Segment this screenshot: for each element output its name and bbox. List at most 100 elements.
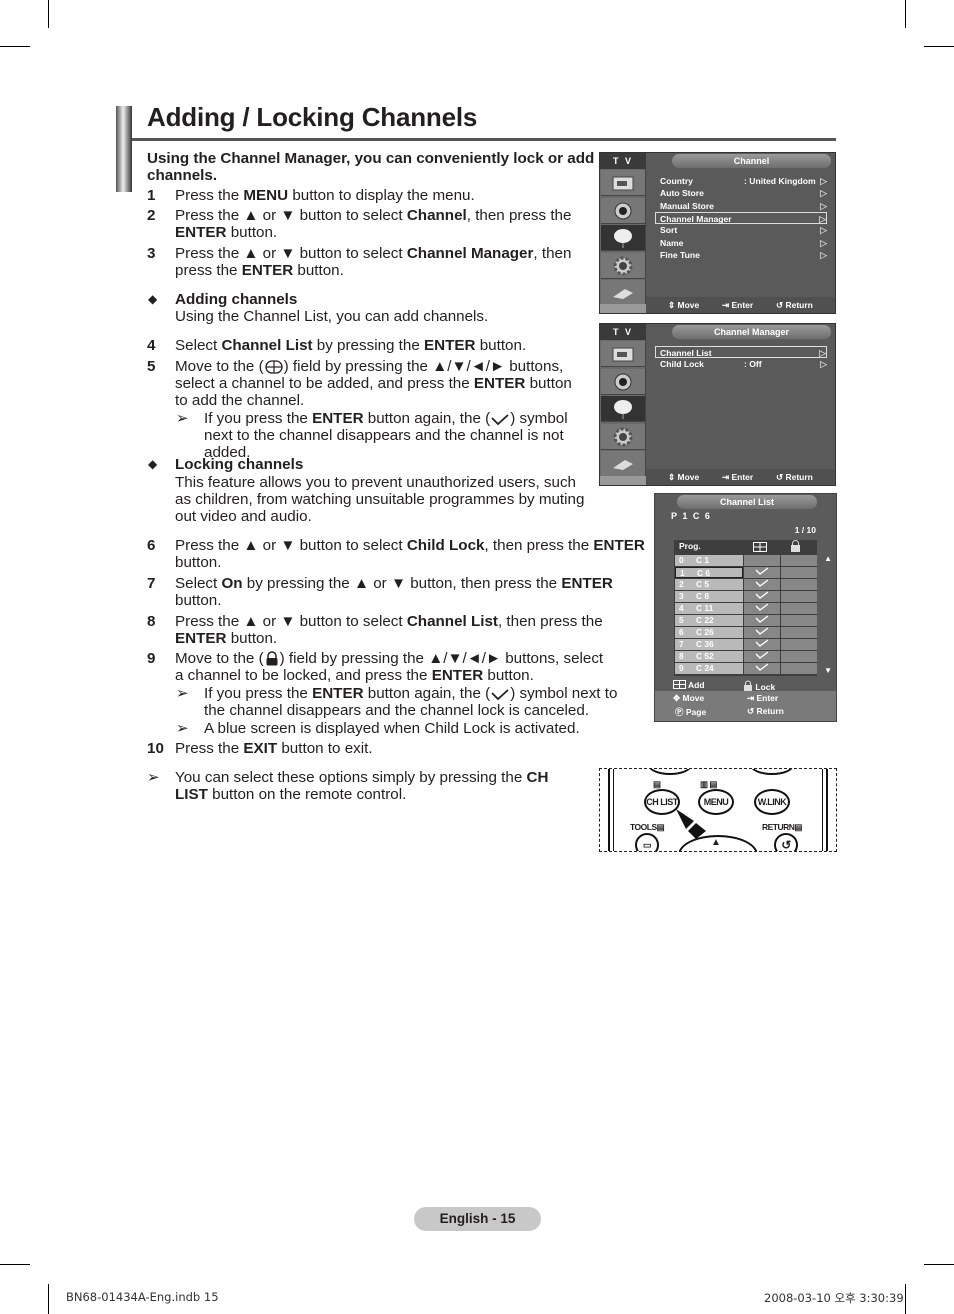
- lock-cell[interactable]: [781, 579, 817, 590]
- check-icon: [755, 567, 769, 575]
- input-tab-icon[interactable]: [601, 451, 645, 477]
- osd-menu-item[interactable]: Child Lock: Off ▷: [656, 358, 827, 370]
- channel-row[interactable]: 4 C 11: [675, 603, 817, 614]
- note-arrow-icon: ➢: [176, 720, 189, 737]
- page-number-badge: English - 15: [414, 1207, 541, 1231]
- step-1-text: Press the MENU button to display the men…: [175, 187, 475, 204]
- submenu-arrow-icon: ▷: [820, 188, 827, 199]
- osd-menu-item[interactable]: Name ▷: [656, 237, 827, 249]
- osd-channel-menu: T V Channel Country: United Kingdom ▷ Auto…: [599, 152, 836, 314]
- add-cell[interactable]: [744, 603, 780, 614]
- channel-row[interactable]: 9 C 24: [675, 663, 817, 674]
- crop-mark: [905, 0, 906, 28]
- channel-id: C 26: [696, 627, 714, 637]
- sound-tab-icon[interactable]: [601, 198, 645, 224]
- osd-menu-item[interactable]: Fine Tune ▷: [656, 249, 827, 261]
- return-hint: ↺ Return: [776, 300, 813, 310]
- lock-cell[interactable]: [781, 603, 817, 614]
- channel-name-cell: 4 C 11: [675, 603, 743, 614]
- osd-menu-item[interactable]: Channel List ▷: [655, 346, 827, 358]
- lock-cell[interactable]: [781, 591, 817, 602]
- step-number: 3: [147, 245, 156, 262]
- channel-name-cell: 2 C 5: [675, 579, 743, 590]
- prog-number: 3: [679, 591, 684, 601]
- lock-cell[interactable]: [781, 627, 817, 638]
- setup-tab-icon[interactable]: [601, 253, 645, 279]
- osd-item-label: Channel List: [660, 348, 712, 358]
- lock-cell[interactable]: [781, 639, 817, 650]
- input-tab-icon[interactable]: [601, 280, 645, 306]
- lock-cell[interactable]: [781, 615, 817, 626]
- diamond-bullet-icon: ◆: [148, 292, 158, 306]
- add-cell[interactable]: [744, 651, 780, 662]
- submenu-arrow-icon: ▷: [820, 359, 827, 370]
- lock-cell[interactable]: [781, 555, 817, 566]
- scroll-down-icon[interactable]: ▼: [824, 666, 832, 675]
- move-hint: ✥ Move: [673, 693, 705, 703]
- osd-menu-item[interactable]: Manual Store ▷: [656, 200, 827, 212]
- check-icon: [755, 651, 769, 659]
- osd-title: Channel: [672, 154, 831, 168]
- osd-item-label: Fine Tune: [660, 249, 700, 260]
- locking-desc: This feature allows you to prevent unaut…: [175, 474, 585, 525]
- channel-row[interactable]: 5 C 22: [675, 615, 817, 626]
- crop-mark: [924, 1264, 954, 1265]
- up-arrow-icon: ▲: [711, 837, 721, 848]
- submenu-arrow-icon: ▷: [820, 200, 827, 211]
- crop-mark: [905, 1284, 906, 1314]
- channel-row[interactable]: 2 C 5: [675, 579, 817, 590]
- picture-tab-icon[interactable]: [601, 170, 645, 196]
- add-cell[interactable]: [744, 591, 780, 602]
- channel-id: C 8: [696, 591, 710, 601]
- channel-tab-icon[interactable]: [601, 396, 645, 422]
- add-cell[interactable]: [744, 567, 780, 578]
- prog-number: 6: [679, 627, 684, 637]
- channel-row[interactable]: 1 C 6: [675, 567, 817, 578]
- channel-row[interactable]: 0 C 1: [675, 555, 817, 566]
- osd-title: Channel Manager: [672, 325, 831, 339]
- diamond-bullet-icon: ◆: [148, 457, 158, 471]
- channel-id: C 5: [696, 579, 710, 589]
- channel-row[interactable]: 8 C 52: [675, 651, 817, 662]
- add-cell[interactable]: [744, 639, 780, 650]
- channel-tab-icon[interactable]: [601, 225, 645, 251]
- channel-name-cell: 7 C 36: [675, 639, 743, 650]
- check-symbol-icon: [491, 689, 509, 701]
- prog-number: 5: [679, 615, 684, 625]
- lock-cell[interactable]: [781, 663, 817, 674]
- osd-menu-item[interactable]: Country: United Kingdom ▷: [656, 175, 827, 187]
- w-link-button[interactable]: W.LINK: [754, 789, 790, 815]
- submenu-arrow-icon: ▷: [820, 176, 827, 186]
- scroll-up-icon[interactable]: ▲: [824, 554, 832, 563]
- sound-tab-icon[interactable]: [601, 369, 645, 395]
- channel-name-cell: 8 C 52: [675, 651, 743, 662]
- page-hint: Ⓟ Page: [675, 707, 707, 717]
- print-timestamp: 2008-03-10 오후 3:30:39: [764, 1291, 904, 1305]
- check-icon: [755, 579, 769, 587]
- osd-menu-item[interactable]: Auto Store ▷: [656, 187, 827, 199]
- add-cell[interactable]: [744, 615, 780, 626]
- lock-cell[interactable]: [781, 651, 817, 662]
- page-indicator: 1 / 10: [794, 525, 816, 535]
- submenu-arrow-icon: ▷: [819, 348, 826, 358]
- channel-row[interactable]: 3 C 8: [675, 591, 817, 602]
- osd-item-label: Auto Store: [660, 188, 704, 199]
- adding-heading: Adding channels: [175, 291, 298, 308]
- step-7-text: Select On by pressing the ▲ or ▼ button,…: [175, 575, 613, 609]
- channel-id: C 11: [696, 603, 714, 613]
- setup-tab-icon[interactable]: [601, 424, 645, 450]
- remote-top-button: [648, 769, 692, 775]
- add-cell[interactable]: [744, 627, 780, 638]
- osd-menu-item[interactable]: Sort ▷: [656, 224, 827, 236]
- add-cell[interactable]: [744, 663, 780, 674]
- add-cell[interactable]: [744, 555, 780, 566]
- return-button[interactable]: ↺: [774, 833, 798, 851]
- channel-row[interactable]: 7 C 36: [675, 639, 817, 650]
- osd-menu-item[interactable]: Channel Manager ▷: [655, 211, 827, 224]
- add-cell[interactable]: [744, 579, 780, 590]
- adding-desc: Using the Channel List, you can add chan…: [175, 308, 489, 325]
- tools-button[interactable]: ▭: [635, 833, 659, 851]
- picture-tab-icon[interactable]: [601, 341, 645, 367]
- lock-cell[interactable]: [781, 567, 817, 578]
- channel-row[interactable]: 6 C 26: [675, 627, 817, 638]
